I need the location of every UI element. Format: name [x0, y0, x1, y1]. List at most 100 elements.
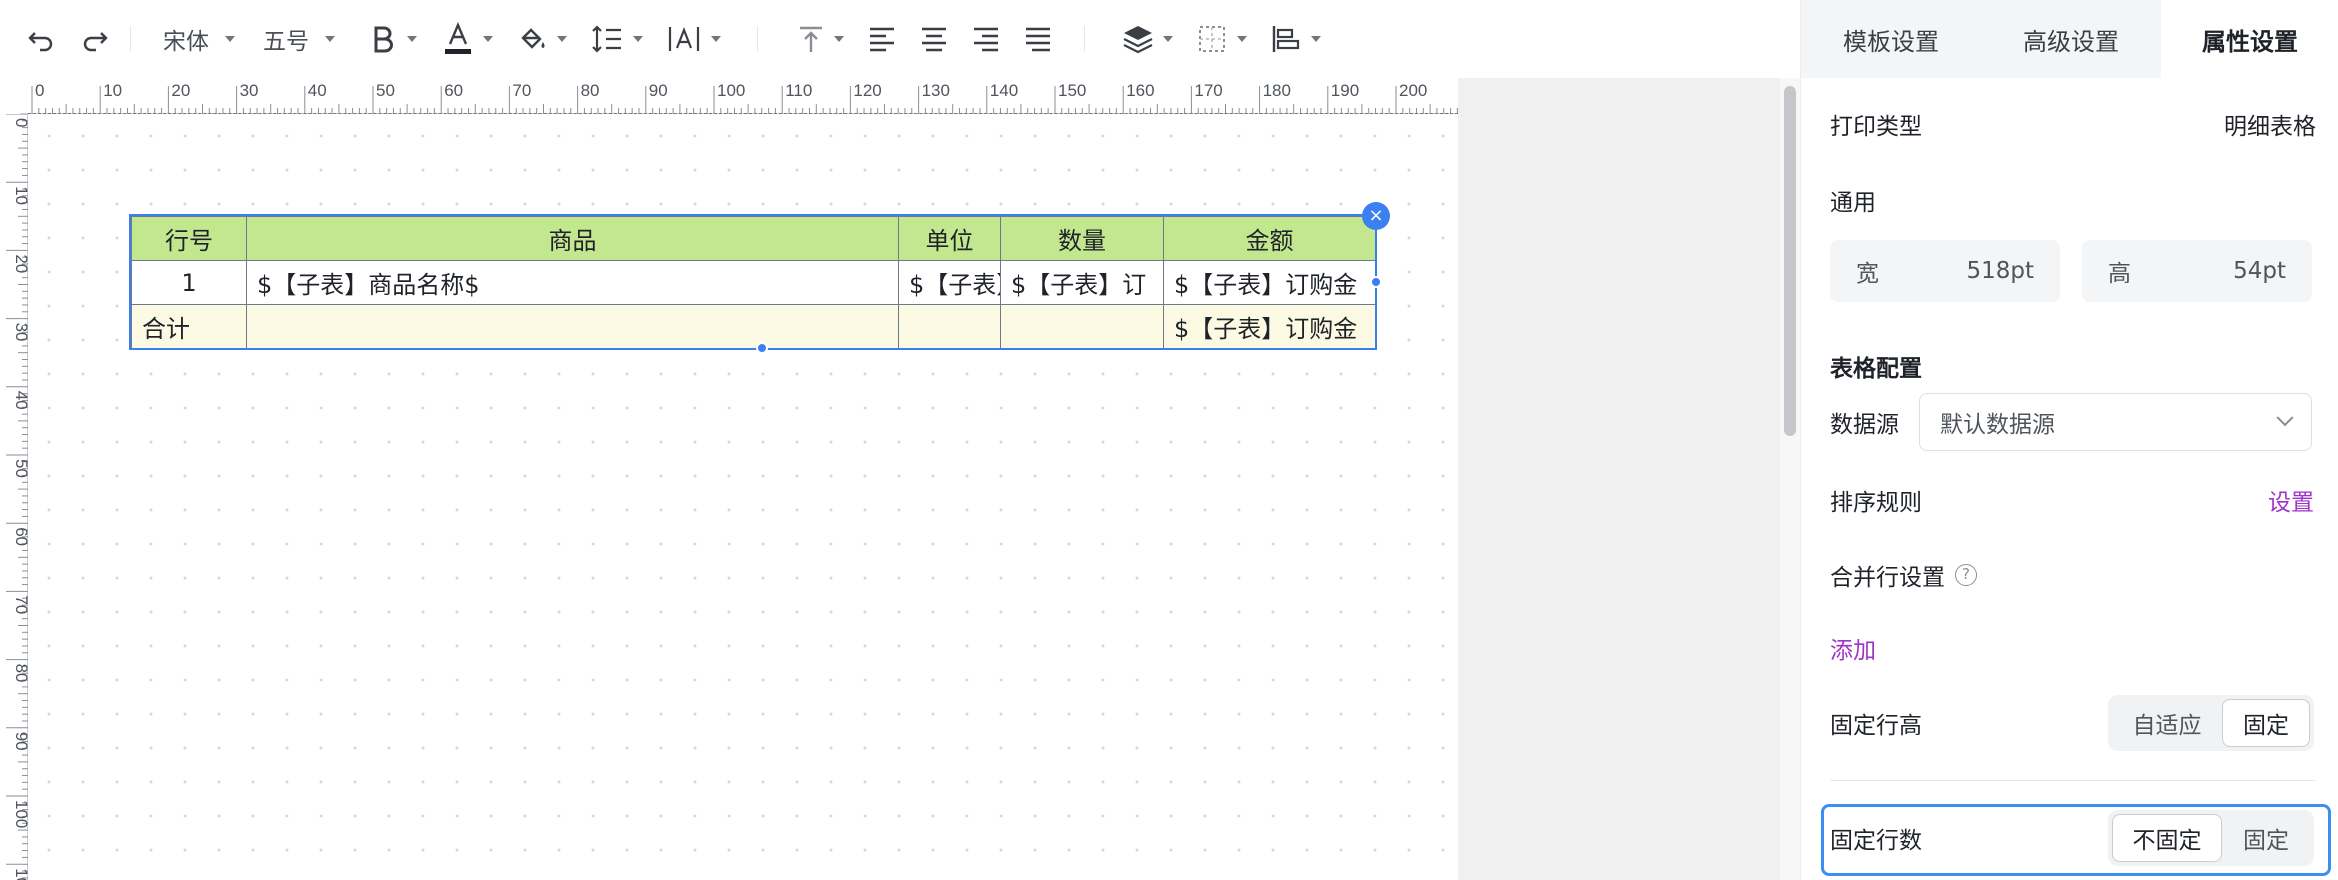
resize-handle-bottom[interactable] [756, 342, 768, 354]
layer-button[interactable] [1121, 15, 1173, 63]
width-label: 宽 [1856, 261, 1879, 287]
ruler-label: 100 [717, 81, 745, 100]
letter-spacing-button[interactable] [667, 15, 721, 63]
ruler-label: 20 [12, 254, 28, 273]
table-header-cell[interactable]: 金额 [1163, 216, 1376, 261]
scrollbar-thumb[interactable] [1784, 86, 1796, 436]
valign-top-button[interactable] [796, 15, 844, 63]
row-height-auto-option[interactable]: 自适应 [2112, 699, 2222, 747]
delete-element-button[interactable]: × [1362, 202, 1390, 230]
ruler-label: 80 [581, 81, 600, 100]
ruler-label: 30 [240, 81, 259, 100]
table-config-label: 表格配置 [1830, 356, 1922, 382]
help-icon[interactable]: ? [1955, 564, 1977, 586]
height-value: 54pt [2233, 258, 2286, 284]
undo-icon[interactable] [26, 15, 56, 63]
align-justify-button[interactable] [1024, 15, 1052, 63]
redo-icon[interactable] [80, 15, 110, 63]
font-family-select[interactable]: 宋体 [163, 15, 235, 63]
chevron-down-icon [2276, 409, 2294, 427]
table-cell[interactable]: $【子表】订 [1000, 260, 1164, 305]
width-field[interactable]: 宽 518pt [1830, 240, 2060, 302]
align-justify-icon [1026, 27, 1050, 52]
ruler-label: 20 [171, 81, 190, 100]
highlight-outline [1821, 804, 2331, 876]
align-center-button[interactable] [920, 15, 948, 63]
font-color-button[interactable] [443, 15, 493, 63]
print-type-row: 打印类型 明细表格 [1830, 104, 2316, 144]
panel-tabs: 模板设置 高级设置 属性设置 [1801, 0, 2338, 78]
tab-template-settings[interactable]: 模板设置 [1801, 0, 1981, 78]
letter-spacing-icon [668, 26, 700, 51]
ruler-label: 90 [649, 81, 668, 100]
border-button[interactable] [1197, 15, 1247, 63]
detail-table-element[interactable]: 行号 商品 单位 数量 金额 1 $【子表】商品名称$ $【子表】单位$ $【子… [129, 202, 1390, 354]
general-section: 通用 [1830, 180, 2316, 220]
table-header-cell[interactable]: 商品 [246, 216, 899, 261]
datasource-select[interactable]: 默认数据源 [1919, 393, 2312, 451]
ruler-label: 0 [12, 118, 28, 127]
merge-row: 合并行设置 ? [1830, 555, 2316, 595]
height-field[interactable]: 高 54pt [2082, 240, 2312, 302]
add-merge-link[interactable]: 添加 [1830, 631, 1876, 665]
chevron-down-icon [711, 36, 721, 42]
line-height-icon [592, 25, 621, 53]
ruler-label: 150 [1058, 81, 1086, 100]
resize-handle-right[interactable] [1370, 276, 1382, 288]
font-size-select[interactable]: 五号 [263, 15, 335, 63]
table-config-section: 表格配置 [1830, 346, 2316, 386]
table-header-cell[interactable]: 数量 [1000, 216, 1164, 261]
tab-property-settings[interactable]: 属性设置 [2161, 0, 2338, 78]
ruler-label: 60 [444, 81, 463, 100]
chevron-down-icon [1311, 36, 1321, 42]
table-cell[interactable]: 合计 [131, 304, 247, 349]
ruler-label: 40 [308, 81, 327, 100]
sort-settings-link[interactable]: 设置 [2268, 483, 2314, 517]
table-cell[interactable]: $【子表】单位$ [898, 260, 1001, 305]
ruler-label: 170 [1194, 81, 1222, 100]
font-color-icon [445, 22, 471, 54]
row-height-fixed-option[interactable]: 固定 [2222, 699, 2310, 747]
align-center-icon [922, 27, 946, 52]
arrange-button[interactable] [1271, 15, 1321, 63]
line-height-button[interactable] [591, 15, 643, 63]
ruler-label: 60 [12, 527, 28, 546]
align-left-button[interactable] [868, 15, 896, 63]
ruler-label: 30 [12, 323, 28, 342]
section-divider [1830, 780, 2316, 781]
table-cell[interactable]: $【子表】订购金 [1163, 260, 1376, 305]
tab-advanced-settings[interactable]: 高级设置 [1981, 0, 2161, 78]
border-icon [1199, 26, 1225, 52]
sort-label: 排序规则 [1830, 490, 1922, 516]
ruler-label: 190 [1331, 81, 1359, 100]
table-header-cell[interactable]: 行号 [131, 216, 247, 261]
table-cell[interactable] [898, 304, 1001, 349]
table-row: 1 $【子表】商品名称$ $【子表】单位$ $【子表】订 $【子表】订购金 [131, 260, 1376, 305]
general-label: 通用 [1830, 190, 1876, 216]
table-cell[interactable]: $【子表】商品名称$ [246, 260, 899, 305]
chevron-down-icon [633, 36, 643, 42]
ruler-label: 0 [35, 81, 44, 100]
height-label: 高 [2108, 261, 2131, 287]
toolbar-divider [757, 26, 758, 52]
table-cell[interactable]: $【子表】订购金 [1163, 304, 1376, 349]
vertical-scrollbar[interactable] [1780, 78, 1800, 880]
bold-button[interactable] [371, 15, 417, 63]
canvas-outside-area [1458, 78, 1780, 880]
toolbar-divider [130, 26, 131, 52]
align-right-button[interactable] [972, 15, 1000, 63]
chevron-down-icon [834, 36, 844, 42]
print-type-label: 打印类型 [1830, 114, 1922, 140]
table-cell[interactable]: 1 [131, 260, 247, 305]
detail-table[interactable]: 行号 商品 单位 数量 金额 1 $【子表】商品名称$ $【子表】单位$ $【子… [131, 216, 1376, 349]
table-cell[interactable] [246, 304, 899, 349]
chevron-down-icon [1163, 36, 1173, 42]
sort-row: 排序规则 设置 [1830, 480, 2316, 520]
print-type-value: 明细表格 [2224, 114, 2316, 140]
fill-color-button[interactable] [517, 15, 567, 63]
table-cell[interactable] [1000, 304, 1164, 349]
ruler-label: 70 [512, 81, 531, 100]
ruler-label: 50 [12, 459, 28, 478]
ruler-label: 10 [12, 186, 28, 205]
table-header-cell[interactable]: 单位 [898, 216, 1001, 261]
